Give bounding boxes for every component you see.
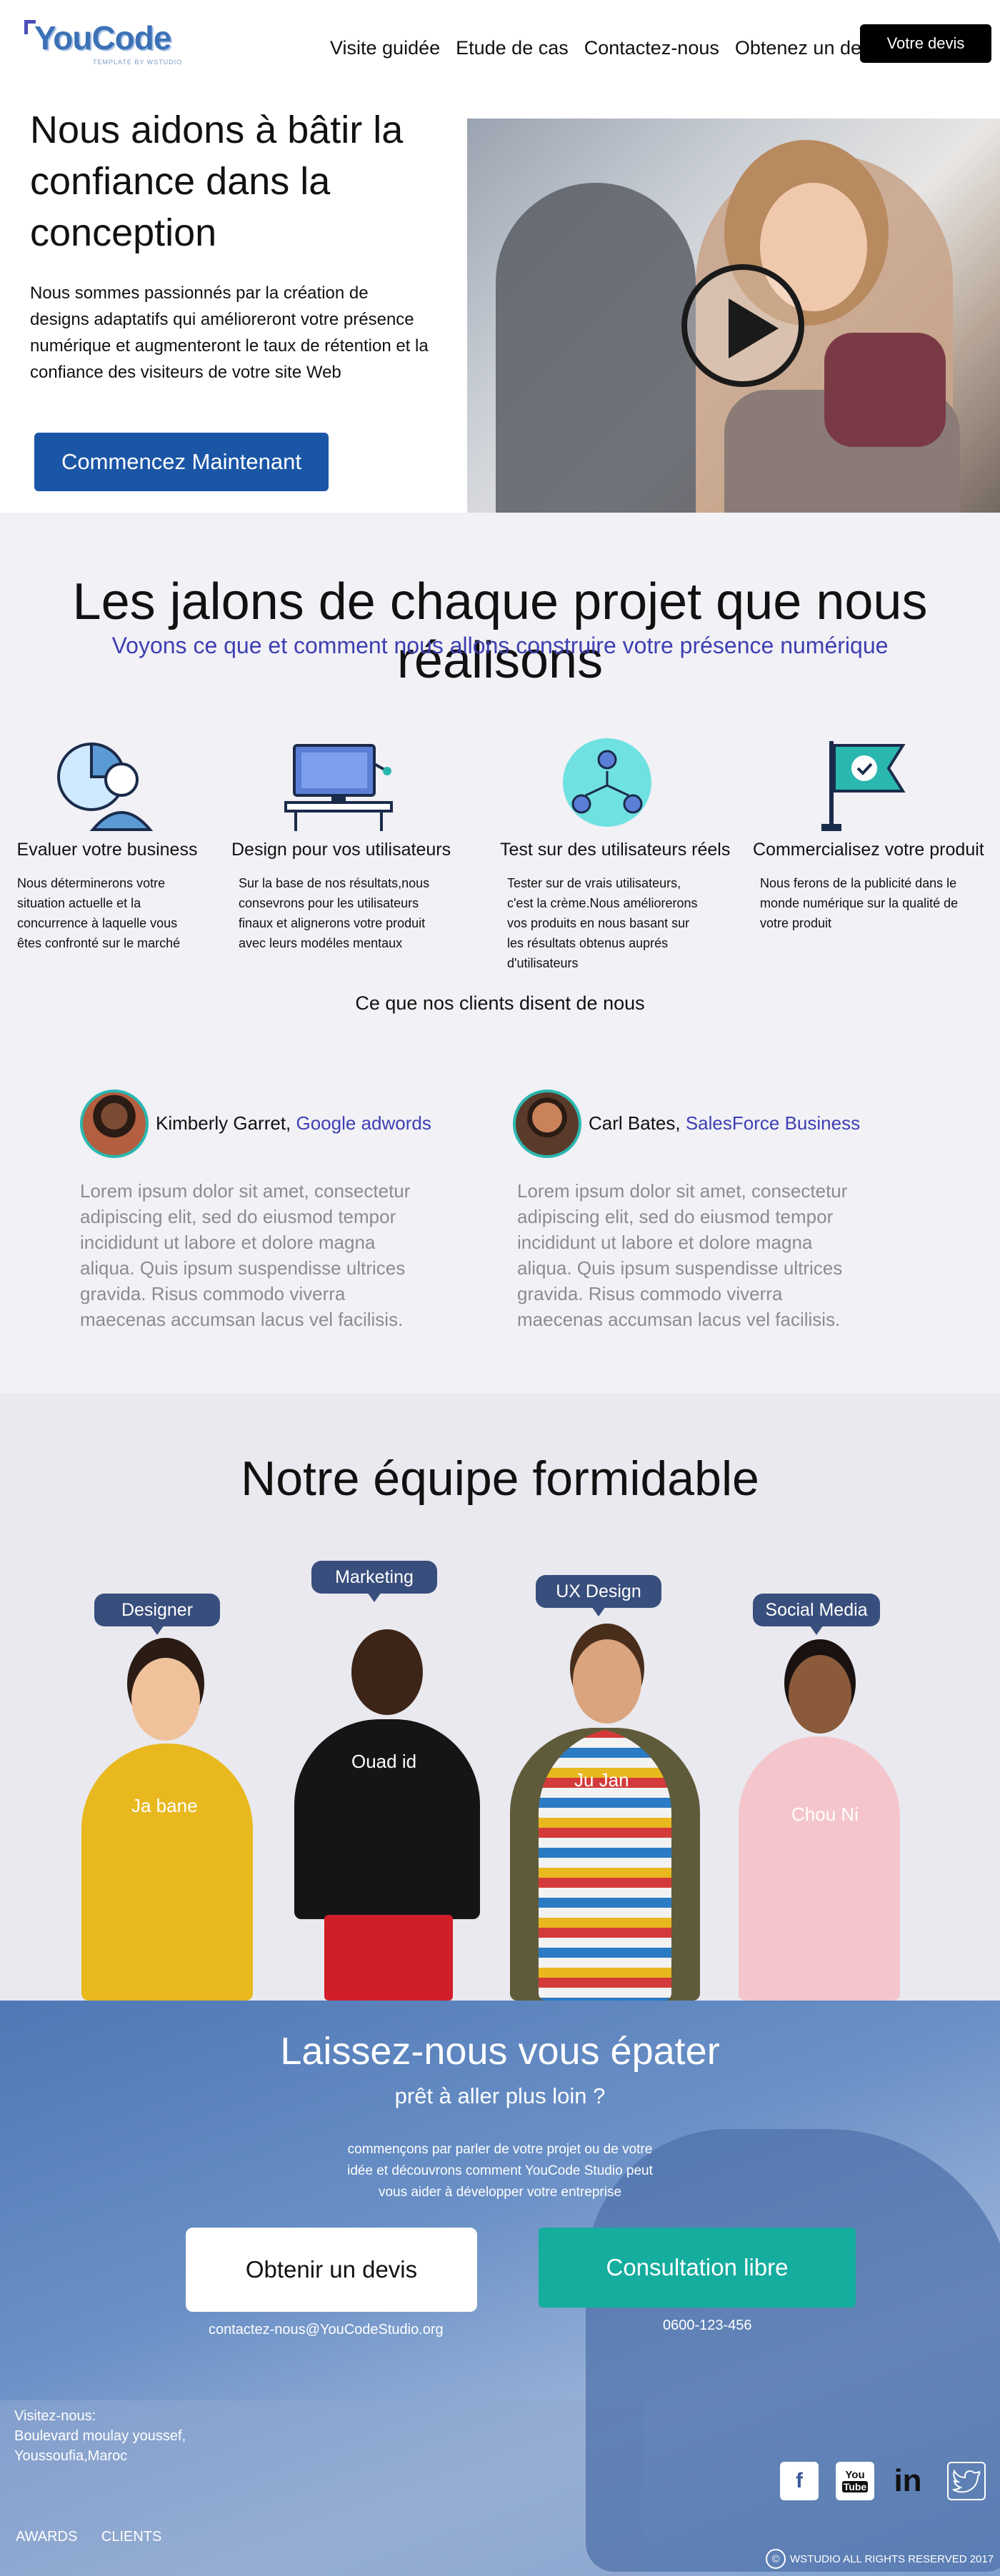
cta-question: prêt à aller plus loin ? [394, 2083, 606, 2108]
address-line: Boulevard moulay youssef, [14, 2428, 186, 2444]
avatar [80, 1090, 149, 1158]
logo[interactable]: YouCode TEMPLATE BY WSTUDIO [24, 17, 196, 67]
facebook-icon[interactable]: f [780, 2462, 819, 2500]
team-member[interactable]: Marketing Ouad id [286, 1561, 493, 2001]
team-section: Notre équipe formidable Designer Ja bane… [0, 1394, 1000, 2001]
member-name: Ju Jan [574, 1769, 629, 1791]
member-name: Ouad id [351, 1751, 417, 1772]
milestones-subtitle: Voyons ce que et comment nous allons con… [111, 633, 889, 658]
member-photo [131, 1658, 200, 1741]
avatar [513, 1090, 581, 1158]
testimonial-author: Carl Bates, SalesForce Business [589, 1112, 860, 1134]
hero-photo-person [496, 183, 696, 543]
site-header: YouCode TEMPLATE BY WSTUDIO Visite guidé… [0, 0, 1000, 93]
cta-title: Laissez-nous vous épater [280, 2030, 720, 2073]
step-test: Test sur des utilisateurs réels Tester s… [500, 735, 731, 973]
copyright-text: WSTUDIO ALL RIGHTS RESERVED 2017 [790, 2552, 994, 2565]
step-desc: Tester sur de vrais utilisateurs, c'est … [507, 876, 698, 970]
step-name: Test sur des utilisateurs réels [500, 840, 731, 860]
user-network-icon [550, 735, 664, 835]
member-photo [294, 1719, 480, 1919]
nav-etude-de-cas[interactable]: Etude de cas [456, 37, 569, 59]
consultation-libre-button[interactable]: Consultation libre [539, 2228, 856, 2308]
step-desc: Nous déterminerons votre situation actue… [17, 876, 181, 950]
hero-video[interactable] [467, 119, 1000, 543]
youtube-icon[interactable]: You Tube [836, 2462, 874, 2500]
step-desc: Nous ferons de la publicité dans le mond… [760, 876, 959, 930]
footer-link-clients[interactable]: CLIENTS [101, 2529, 161, 2545]
member-name: Chou Ni [791, 1803, 859, 1825]
step-name: Commercialisez votre produit [753, 840, 984, 860]
step-design: Design pour vos utilisateurs Sur la base… [231, 735, 451, 953]
role-badge: Designer [94, 1594, 220, 1635]
member-photo [789, 1655, 851, 1734]
flag-check-icon [803, 735, 917, 835]
hero-title: Nous aidons à bâtir la confiance dans la… [30, 109, 404, 254]
logo-text: YouCode [34, 19, 171, 56]
testimonials-heading: Ce que nos clients disent de nous [355, 992, 645, 1014]
member-photo [81, 1744, 253, 2001]
nav-contactez-nous[interactable]: Contactez-nous [584, 37, 719, 59]
nav-visite-guidee[interactable]: Visite guidée [330, 37, 440, 59]
team-member[interactable]: Social Media Chou Ni [721, 1594, 914, 2001]
linkedin-icon[interactable]: in [889, 2462, 927, 2500]
cta-intro: commençons par parler de votre projet ou… [347, 2142, 653, 2200]
logo-tagline: TEMPLATE BY WSTUDIO [93, 59, 183, 66]
member-photo [739, 1736, 900, 2001]
step-name: Evaluer votre business [16, 840, 198, 860]
testimonial-text: Lorem ipsum dolor sit amet, consectetur … [80, 1180, 411, 1330]
business-analysis-icon [50, 735, 164, 835]
visit-label: Visitez-nous: [14, 2408, 96, 2424]
twitter-icon[interactable] [947, 2462, 986, 2500]
contact-phone[interactable]: 0600-123-456 [663, 2318, 752, 2334]
main-nav: Visite guidée Etude de cas Contactez-nou… [330, 37, 901, 59]
milestones-section: Les jalons de chaque projet que nous réa… [0, 513, 1000, 1394]
member-photo [351, 1629, 423, 1715]
role-badge: Social Media [753, 1594, 880, 1635]
member-photo [573, 1639, 641, 1724]
copyright-icon: © [766, 2549, 786, 2569]
copyright: © WSTUDIO ALL RIGHTS RESERVED 2017 [766, 2549, 994, 2569]
play-icon[interactable] [681, 264, 804, 387]
address-line: Youssoufia,Maroc [14, 2448, 128, 2464]
role-badge: UX Design [536, 1575, 661, 1616]
obtenir-devis-button[interactable]: Obtenir un devis [186, 2228, 477, 2312]
hero-photo-detail [824, 333, 946, 447]
votre-devis-button[interactable]: Votre devis [860, 24, 991, 63]
milestones-title: Les jalons de chaque projet que nous réa… [72, 573, 928, 689]
footer-links: AWARDS CLIENTS [16, 2529, 181, 2545]
commencez-button[interactable]: Commencez Maintenant [34, 433, 329, 491]
cta-footer: Laissez-nous vous épater prêt à aller pl… [0, 2001, 1000, 2576]
author-company[interactable]: SalesForce Business [686, 1112, 860, 1134]
member-name: Ja bane [131, 1795, 198, 1816]
hero-text: Nous sommes passionnés par la création d… [30, 283, 429, 382]
team-title: Notre équipe formidable [241, 1451, 759, 1506]
member-photo [324, 1915, 453, 2001]
author-company[interactable]: Google adwords [296, 1112, 431, 1134]
author-name: Kimberly Garret, [156, 1112, 291, 1134]
address-block: Visitez-nous: Boulevard moulay youssef, … [14, 2406, 186, 2466]
step-commercialiser: Commercialisez votre produit Nous ferons… [753, 735, 984, 933]
desktop-design-icon [281, 735, 396, 835]
step-evaluer: Evaluer votre business Nous détermineron… [0, 735, 214, 953]
footer-link-awards[interactable]: AWARDS [16, 2529, 77, 2545]
contact-email[interactable]: contactez-nous@YouCodeStudio.org [209, 2322, 444, 2338]
author-name: Carl Bates, [589, 1112, 681, 1134]
team-member[interactable]: UX Design Ju Jan [500, 1575, 714, 2001]
page: YouCode TEMPLATE BY WSTUDIO Visite guidé… [0, 0, 1000, 2576]
role-badge: Marketing [311, 1561, 437, 1602]
team-member[interactable]: Designer Ja bane [71, 1594, 271, 2001]
step-name: Design pour vos utilisateurs [231, 840, 451, 860]
step-desc: Sur la base de nos résultats,nous consev… [239, 876, 430, 950]
testimonial-text: Lorem ipsum dolor sit amet, consectetur … [517, 1180, 848, 1330]
testimonial-author: Kimberly Garret, Google adwords [156, 1112, 431, 1134]
